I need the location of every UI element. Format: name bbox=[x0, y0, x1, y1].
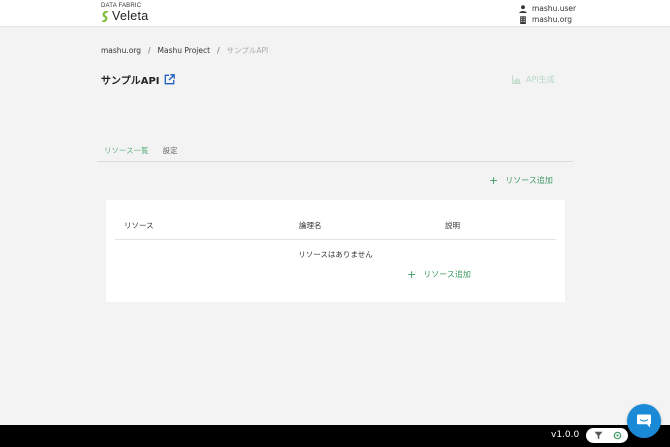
api-generate-label: API生成 bbox=[526, 75, 555, 84]
user-info: mashu.user mashu.org bbox=[519, 3, 576, 25]
version-label: v1.0.0 bbox=[551, 430, 580, 440]
logo-name: Veleta bbox=[112, 9, 149, 23]
app-header: DATA FABRIC Veleta mashu.user mashu.org bbox=[0, 0, 670, 27]
bar-chart-icon bbox=[512, 75, 521, 84]
add-resource-inline-label: リソース追加 bbox=[423, 270, 471, 279]
breadcrumb-item-org[interactable]: mashu.org bbox=[101, 46, 141, 55]
tab-bar: リソース一覧 設定 bbox=[97, 140, 573, 162]
chat-icon bbox=[637, 414, 651, 428]
footer-bar: v1.0.0 bbox=[0, 425, 670, 447]
breadcrumb-separator: / bbox=[217, 46, 220, 55]
empty-state-message: リソースはありません bbox=[298, 250, 373, 259]
logo[interactable]: DATA FABRIC Veleta bbox=[101, 3, 149, 23]
user-name: mashu.user bbox=[532, 4, 577, 13]
tab-resource-list[interactable]: リソース一覧 bbox=[97, 140, 156, 162]
breadcrumb-item-current: サンプルAPI bbox=[226, 46, 269, 55]
column-header-description: 説明 bbox=[445, 221, 460, 230]
breadcrumb: mashu.org / Mashu Project / サンプルAPI bbox=[101, 45, 268, 56]
breadcrumb-item-project[interactable]: Mashu Project bbox=[158, 46, 211, 55]
org-name: mashu.org bbox=[532, 15, 573, 24]
title-row: サンプルAPI bbox=[101, 72, 175, 87]
plus-icon: + bbox=[407, 267, 417, 281]
table-header: リソース 論理名 説明 bbox=[115, 212, 556, 240]
breadcrumb-separator: / bbox=[148, 46, 151, 55]
page-title: サンプルAPI bbox=[101, 76, 160, 87]
column-header-logical-name: 論理名 bbox=[299, 221, 322, 230]
building-icon bbox=[520, 15, 526, 24]
plus-icon: + bbox=[489, 173, 499, 187]
filter-icon[interactable] bbox=[594, 431, 603, 440]
api-generate-button[interactable]: API生成 bbox=[512, 74, 555, 85]
add-resource-button[interactable]: + リソース追加 bbox=[489, 175, 553, 186]
user-icon bbox=[519, 4, 527, 13]
chat-button[interactable] bbox=[627, 404, 661, 438]
refresh-icon[interactable] bbox=[613, 431, 622, 440]
toolbar-pill bbox=[586, 428, 628, 443]
column-header-resource: リソース bbox=[124, 221, 154, 230]
add-resource-inline-button[interactable]: + リソース追加 bbox=[407, 269, 471, 280]
org-menu[interactable]: mashu.org bbox=[519, 14, 576, 25]
external-link-icon[interactable] bbox=[164, 74, 175, 85]
logo-mark-icon bbox=[101, 11, 109, 22]
tab-settings[interactable]: 設定 bbox=[156, 140, 185, 162]
add-resource-label: リソース追加 bbox=[505, 176, 553, 185]
user-menu[interactable]: mashu.user bbox=[519, 3, 576, 14]
resource-table-card: リソース 論理名 説明 リソースはありません + リソース追加 bbox=[106, 200, 565, 302]
